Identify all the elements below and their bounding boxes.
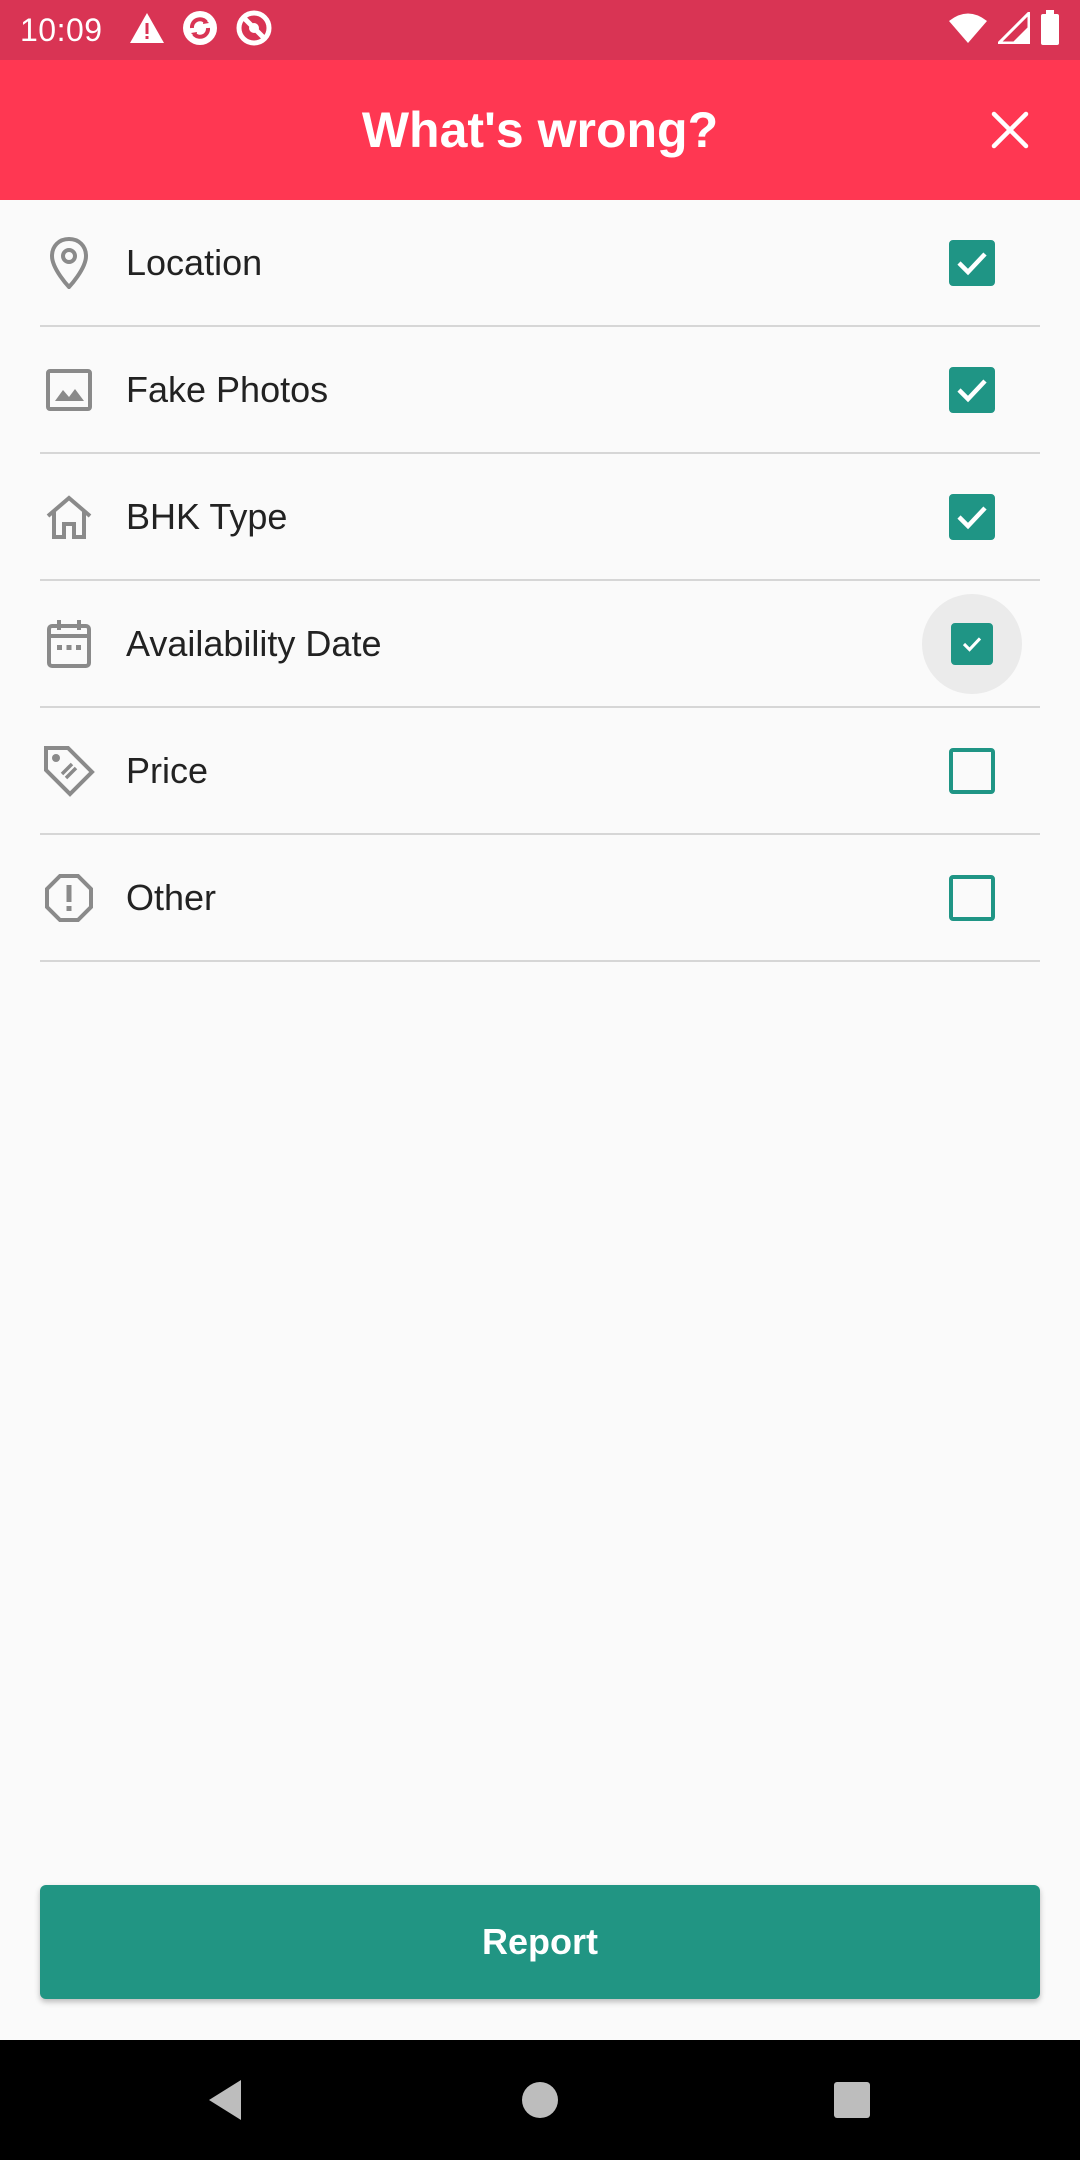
report-button[interactable]: Report — [40, 1885, 1040, 1999]
option-label: Fake Photos — [126, 368, 329, 410]
nav-back-button[interactable] — [185, 2060, 265, 2140]
status-bar: 10:09 — [0, 0, 1080, 60]
nav-home-button[interactable] — [500, 2060, 580, 2140]
checkbox-unchecked — [949, 747, 995, 794]
sync-icon — [181, 9, 219, 51]
option-label: BHK Type — [126, 495, 288, 537]
nav-recents-button[interactable] — [812, 2060, 892, 2140]
option-fake-photos[interactable]: Fake Photos — [40, 327, 1040, 454]
checkbox-checked — [949, 239, 995, 286]
option-bhk-type[interactable]: BHK Type — [40, 454, 1040, 581]
recents-icon — [834, 2082, 870, 2118]
checkmark-icon — [957, 505, 987, 529]
location-pin-icon — [40, 234, 98, 292]
option-label: Other — [126, 876, 217, 918]
checkmark-icon — [957, 251, 987, 275]
status-notification-icons — [129, 9, 273, 51]
option-checkbox[interactable] — [922, 340, 1022, 440]
battery-icon — [1040, 10, 1060, 50]
option-location[interactable]: Location — [40, 200, 1040, 327]
option-label: Availability Date — [126, 622, 382, 664]
close-button[interactable] — [980, 100, 1040, 160]
checkbox-checked — [949, 366, 995, 413]
price-tag-icon — [40, 742, 98, 800]
checkbox-checked — [951, 622, 993, 665]
image-icon — [40, 361, 98, 419]
page-title: What's wrong? — [361, 102, 719, 158]
alert-octagon-icon — [40, 869, 98, 927]
issue-options-list: Location Fake Photos BHK Type Availabili… — [40, 200, 1040, 962]
app-bar: What's wrong? — [0, 60, 1080, 200]
system-nav-bar — [0, 2040, 1080, 2160]
option-checkbox[interactable] — [922, 848, 1022, 948]
checkbox-checked — [949, 493, 995, 540]
home-icon — [40, 488, 98, 546]
status-time: 10:09 — [20, 11, 103, 48]
checkbox-unchecked — [949, 874, 995, 921]
back-icon — [209, 2080, 241, 2120]
option-checkbox[interactable] — [922, 721, 1022, 821]
option-price[interactable]: Price — [40, 708, 1040, 835]
option-label: Price — [126, 749, 209, 791]
checkmark-icon — [962, 636, 982, 652]
signal-icon — [995, 9, 1031, 48]
status-system-icons — [948, 9, 1060, 50]
option-checkbox[interactable] — [922, 593, 1022, 694]
wifi-icon — [948, 12, 988, 48]
no-entry-icon — [235, 9, 273, 51]
warning-icon — [129, 12, 165, 48]
calendar-icon — [40, 615, 98, 673]
checkmark-icon — [957, 378, 987, 402]
close-icon — [991, 111, 1029, 149]
home-circle-icon — [522, 2082, 558, 2118]
option-other[interactable]: Other — [40, 835, 1040, 962]
option-checkbox[interactable] — [922, 213, 1022, 313]
option-label: Location — [126, 241, 263, 283]
option-availability-date[interactable]: Availability Date — [40, 581, 1040, 708]
option-checkbox[interactable] — [922, 467, 1022, 567]
